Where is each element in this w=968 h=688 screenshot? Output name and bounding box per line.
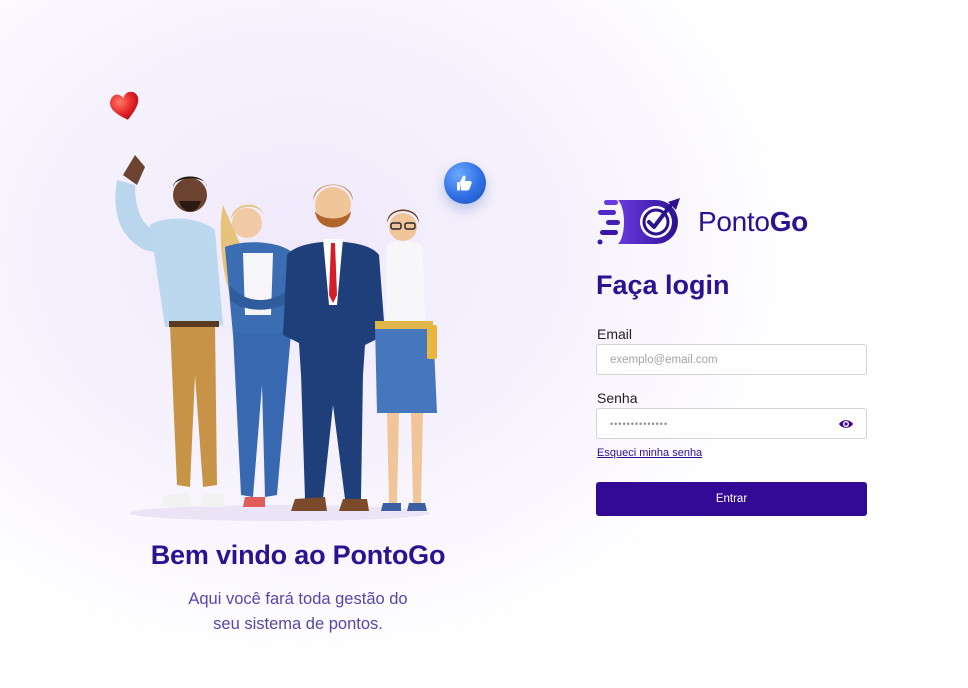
brand-logo: PontoGo <box>596 196 808 248</box>
person-glasses-woman <box>375 209 437 511</box>
person-waving <box>115 155 225 507</box>
password-label: Senha <box>597 390 638 406</box>
team-illustration <box>115 155 437 521</box>
password-field[interactable]: •••••••••••••• <box>610 419 668 429</box>
email-label: Email <box>597 326 633 342</box>
brand-name-light: Ponto <box>698 206 770 237</box>
brand-name: PontoGo <box>698 206 808 238</box>
eye-icon[interactable] <box>838 417 854 431</box>
password-field-container: •••••••••••••• <box>596 408 867 439</box>
email-field[interactable] <box>610 353 840 366</box>
welcome-subtitle: Aqui você fará toda gestão do seu sistem… <box>150 587 446 637</box>
login-page: Bem vindo ao PontoGo Aqui você fará toda… <box>0 0 968 688</box>
login-submit-button[interactable]: Entrar <box>596 482 867 516</box>
email-field-container <box>596 344 867 375</box>
person-blonde-woman <box>220 204 293 507</box>
heart-icon <box>110 91 139 120</box>
brand-name-bold: Go <box>769 206 809 237</box>
check-clock-logo-icon <box>597 198 680 245</box>
login-title: Faça login <box>596 270 730 300</box>
welcome-title: Bem vindo ao PontoGo <box>150 540 446 570</box>
welcome-subtitle-line: Aqui você fará toda gestão do <box>188 590 408 608</box>
forgot-password-link[interactable]: Esqueci minha senha <box>597 447 702 459</box>
person-suit-man <box>283 184 385 511</box>
welcome-subtitle-line: seu sistema de pontos. <box>213 615 383 633</box>
